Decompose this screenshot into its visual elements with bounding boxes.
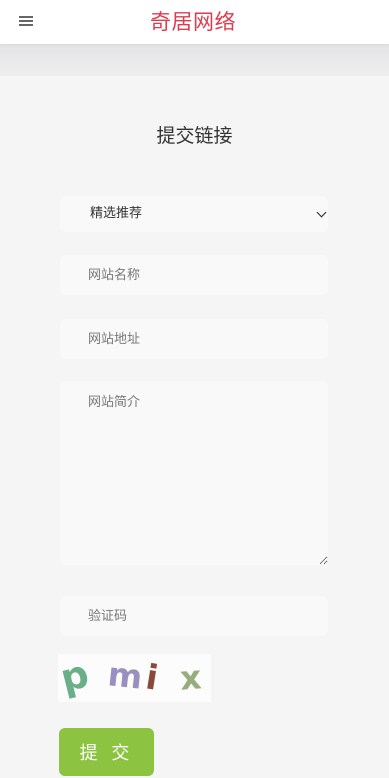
hamburger-menu-icon[interactable] bbox=[19, 15, 35, 29]
header-shadow-band bbox=[0, 44, 389, 76]
captcha-input[interactable] bbox=[60, 596, 328, 636]
site-logo[interactable]: 奇居网络 bbox=[150, 8, 236, 36]
category-select[interactable]: 精选推荐 bbox=[60, 196, 328, 232]
captcha-char: i bbox=[142, 657, 161, 699]
submit-button[interactable]: 提 交 bbox=[59, 728, 154, 776]
category-select-value: 精选推荐 bbox=[90, 206, 143, 221]
chevron-down-icon bbox=[316, 207, 327, 218]
captcha-char: m bbox=[106, 654, 145, 697]
site-description-textarea[interactable] bbox=[60, 381, 328, 565]
site-url-input[interactable] bbox=[60, 319, 328, 359]
top-navbar: 奇居网络 bbox=[0, 0, 389, 44]
captcha-char: x bbox=[178, 657, 203, 698]
site-name-input[interactable] bbox=[60, 255, 328, 295]
captcha-char: p bbox=[56, 651, 94, 701]
captcha-image[interactable]: p m i x bbox=[56, 651, 211, 702]
page-title: 提交链接 bbox=[156, 125, 233, 147]
